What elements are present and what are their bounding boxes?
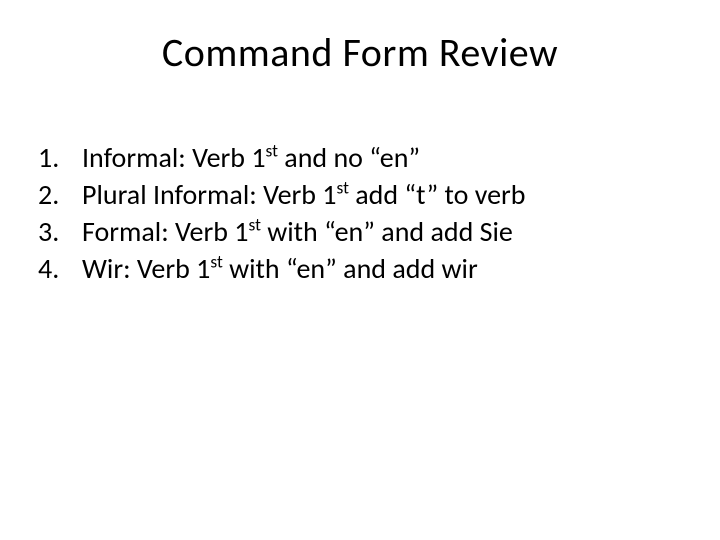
text-post: add “t” to verb bbox=[349, 177, 526, 212]
list-number: 1. bbox=[38, 140, 82, 175]
text-post: and no “en” bbox=[278, 140, 420, 175]
text-post: with “en” and add wir bbox=[223, 251, 478, 286]
list-text: Formal: Verb 1st with “en” and add Sie bbox=[82, 214, 513, 249]
numbered-list: 1. Informal: Verb 1st and no “en” 2. Plu… bbox=[38, 140, 526, 288]
ordinal-suffix: st bbox=[210, 251, 222, 273]
ordinal-suffix: st bbox=[248, 214, 260, 236]
list-item: 3. Formal: Verb 1st with “en” and add Si… bbox=[38, 214, 526, 249]
list-item: 2. Plural Informal: Verb 1st add “t” to … bbox=[38, 177, 526, 212]
list-item: 1. Informal: Verb 1st and no “en” bbox=[38, 140, 526, 175]
list-text: Plural Informal: Verb 1st add “t” to ver… bbox=[82, 177, 526, 212]
list-text: Informal: Verb 1st and no “en” bbox=[82, 140, 420, 175]
slide-title: Command Form Review bbox=[0, 28, 720, 77]
text-post: with “en” and add Sie bbox=[261, 214, 513, 249]
text-pre: Wir: Verb 1 bbox=[82, 251, 210, 286]
ordinal-suffix: st bbox=[266, 140, 278, 162]
list-number: 4. bbox=[38, 251, 82, 286]
list-number: 3. bbox=[38, 214, 82, 249]
text-pre: Plural Informal: Verb 1 bbox=[82, 177, 337, 212]
list-item: 4. Wir: Verb 1st with “en” and add wir bbox=[38, 251, 526, 286]
list-number: 2. bbox=[38, 177, 82, 212]
slide: Command Form Review 1. Informal: Verb 1s… bbox=[0, 0, 720, 540]
text-pre: Informal: Verb 1 bbox=[82, 140, 266, 175]
text-pre: Formal: Verb 1 bbox=[82, 214, 248, 249]
ordinal-suffix: st bbox=[337, 177, 349, 199]
list-text: Wir: Verb 1st with “en” and add wir bbox=[82, 251, 478, 286]
